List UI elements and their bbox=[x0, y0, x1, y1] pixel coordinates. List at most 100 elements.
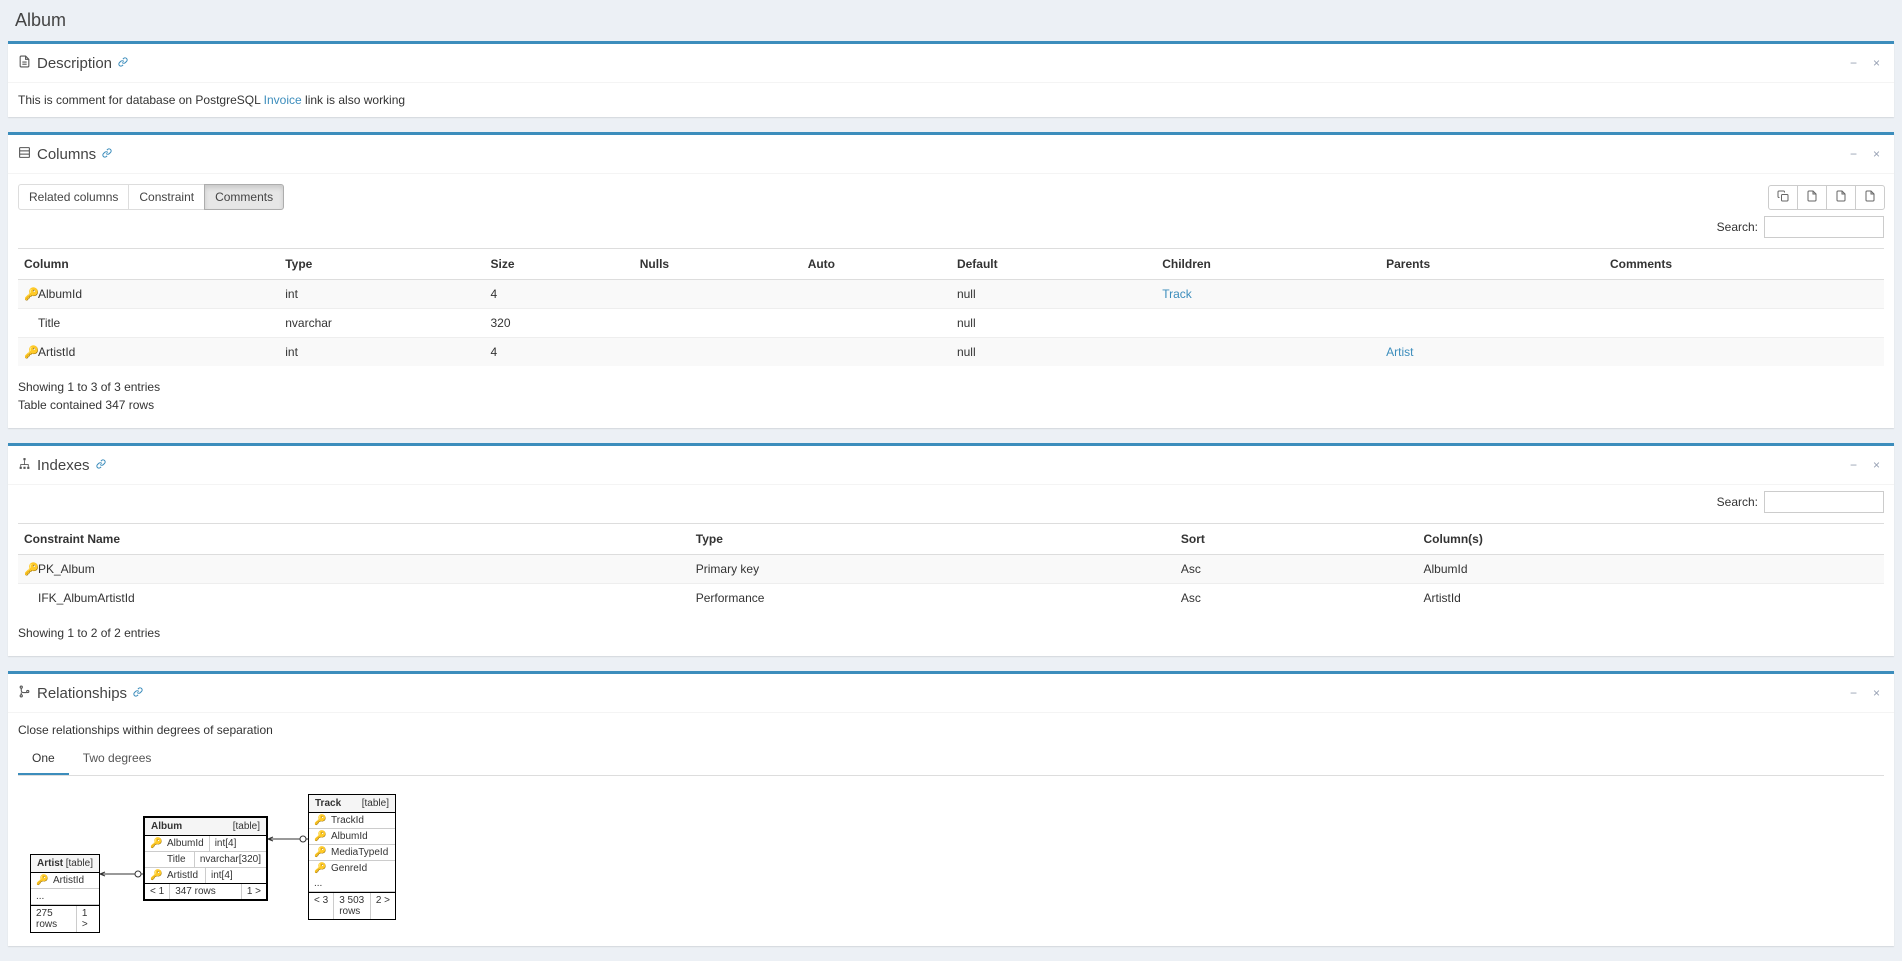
idx-header-name[interactable]: Constraint Name bbox=[18, 524, 690, 555]
collapse-button[interactable]: − bbox=[1846, 54, 1861, 72]
cell-default: null bbox=[951, 280, 1156, 309]
table-row: •IFK_AlbumArtistIdPerformanceAscArtistId bbox=[18, 584, 1884, 613]
anchor-link-icon[interactable] bbox=[96, 459, 106, 472]
description-body: This is comment for database on PostgreS… bbox=[8, 83, 1894, 117]
indexes-title: Indexes bbox=[37, 457, 90, 474]
cell-comments bbox=[1604, 338, 1884, 367]
erd-out: 1 > bbox=[241, 884, 266, 899]
rel-tab-two[interactable]: Two degrees bbox=[69, 743, 166, 775]
relationships-title: Relationships bbox=[37, 685, 127, 702]
tab-constraint[interactable]: Constraint bbox=[128, 184, 205, 210]
collapse-button[interactable]: − bbox=[1846, 684, 1861, 702]
key-icon: 🔑 bbox=[36, 875, 46, 886]
close-button[interactable]: × bbox=[1869, 54, 1884, 72]
col-header-parents[interactable]: Parents bbox=[1380, 249, 1604, 280]
foreign-key-icon: 🔑 bbox=[314, 863, 324, 874]
cell-type: nvarchar bbox=[279, 309, 484, 338]
col-header-type[interactable]: Type bbox=[279, 249, 484, 280]
col-header-nulls[interactable]: Nulls bbox=[634, 249, 802, 280]
cell-type: int bbox=[279, 280, 484, 309]
cell-children: Track bbox=[1156, 280, 1380, 309]
erd-table-label: [table] bbox=[66, 858, 93, 869]
erd-table-label: [table] bbox=[233, 821, 260, 832]
export-csv-button[interactable] bbox=[1797, 185, 1827, 210]
erd-diagram: Artist[table] 🔑ArtistId ... 275 rows1 > … bbox=[8, 776, 1894, 946]
anchor-link-icon[interactable] bbox=[118, 57, 128, 70]
parent-link[interactable]: Artist bbox=[1386, 345, 1413, 359]
rel-tab-one[interactable]: One bbox=[18, 743, 69, 775]
close-button[interactable]: × bbox=[1869, 145, 1884, 163]
idx-header-sort[interactable]: Sort bbox=[1175, 524, 1418, 555]
cell-auto bbox=[802, 338, 951, 367]
collapse-button[interactable]: − bbox=[1846, 145, 1861, 163]
erd-out: 1 > bbox=[76, 906, 99, 932]
col-header-size[interactable]: Size bbox=[484, 249, 633, 280]
cell-children bbox=[1156, 338, 1380, 367]
erd-album-name: Album bbox=[151, 821, 182, 832]
erd-col: 🔑TrackId bbox=[309, 813, 395, 828]
col-header-column[interactable]: Column bbox=[18, 249, 279, 280]
indexes-footer: Showing 1 to 2 of 2 entries bbox=[18, 624, 1884, 642]
erd-ellipsis: ... bbox=[31, 889, 49, 904]
table-row: 🔑ArtistIdint4nullArtist bbox=[18, 338, 1884, 367]
idx-header-type[interactable]: Type bbox=[690, 524, 1175, 555]
cell-column: 🔑AlbumId bbox=[18, 280, 279, 309]
erd-in: < 1 bbox=[145, 884, 169, 899]
tab-related-columns[interactable]: Related columns bbox=[18, 184, 129, 210]
cell-default: null bbox=[951, 309, 1156, 338]
indexes-search-input[interactable] bbox=[1764, 491, 1884, 513]
tab-comments[interactable]: Comments bbox=[204, 184, 284, 210]
anchor-link-icon[interactable] bbox=[102, 148, 112, 161]
erd-col: 🔑AlbumId bbox=[145, 836, 209, 851]
relationship-tabs: One Two degrees bbox=[18, 743, 1884, 776]
child-link[interactable]: Track bbox=[1162, 287, 1192, 301]
erd-table-artist[interactable]: Artist[table] 🔑ArtistId ... 275 rows1 > bbox=[30, 854, 100, 933]
columns-footer-line1: Showing 1 to 3 of 3 entries bbox=[18, 378, 1884, 396]
col-header-auto[interactable]: Auto bbox=[802, 249, 951, 280]
export-button-group bbox=[1768, 185, 1884, 210]
columns-search-input[interactable] bbox=[1764, 216, 1884, 238]
collapse-button[interactable]: − bbox=[1846, 456, 1861, 474]
primary-key-icon: 🔑 bbox=[150, 838, 160, 849]
erd-col: 🔑AlbumId bbox=[309, 829, 395, 844]
page-title: Album bbox=[0, 0, 1902, 41]
erd-col: 🔑ArtistId bbox=[145, 868, 205, 883]
cell-parents bbox=[1380, 309, 1604, 338]
indexes-panel-header: Indexes − × bbox=[8, 446, 1894, 485]
columns-title: Columns bbox=[37, 146, 96, 163]
export-excel-button[interactable] bbox=[1826, 185, 1856, 210]
export-pdf-button[interactable] bbox=[1855, 185, 1885, 210]
erd-col: •Title bbox=[145, 852, 194, 867]
col-header-children[interactable]: Children bbox=[1156, 249, 1380, 280]
idx-header-columns[interactable]: Column(s) bbox=[1417, 524, 1884, 555]
col-header-comments[interactable]: Comments bbox=[1604, 249, 1884, 280]
cell-size: 4 bbox=[484, 280, 633, 309]
erd-col-type: nvarchar[320] bbox=[194, 852, 266, 867]
erd-table-track[interactable]: Track[table] 🔑TrackId🔑AlbumId🔑MediaTypeI… bbox=[308, 794, 396, 920]
cell-auto bbox=[802, 280, 951, 309]
close-button[interactable]: × bbox=[1869, 456, 1884, 474]
description-invoice-link[interactable]: Invoice bbox=[264, 93, 302, 107]
close-button[interactable]: × bbox=[1869, 684, 1884, 702]
cell-nulls bbox=[634, 280, 802, 309]
foreign-key-icon: 🔑 bbox=[150, 870, 160, 881]
cell-comments bbox=[1604, 309, 1884, 338]
erd-rows: 347 rows bbox=[169, 884, 241, 899]
cell-default: null bbox=[951, 338, 1156, 367]
cell-comments bbox=[1604, 280, 1884, 309]
cell-name: •IFK_AlbumArtistId bbox=[18, 584, 690, 613]
col-header-default[interactable]: Default bbox=[951, 249, 1156, 280]
copy-button[interactable] bbox=[1768, 185, 1798, 210]
columns-tab-group: Related columns Constraint Comments bbox=[18, 184, 283, 210]
cell-nulls bbox=[634, 309, 802, 338]
cell-nulls bbox=[634, 338, 802, 367]
erd-table-album[interactable]: Album[table] 🔑AlbumIdint[4]•Titlenvarcha… bbox=[143, 816, 268, 901]
columns-panel: Columns − × Related columns Constraint C… bbox=[8, 132, 1894, 428]
relationships-panel-header: Relationships − × bbox=[8, 674, 1894, 713]
anchor-link-icon[interactable] bbox=[133, 687, 143, 700]
relationships-panel: Relationships − × Close relationships wi… bbox=[8, 671, 1894, 946]
cell-type: Primary key bbox=[690, 555, 1175, 584]
cell-name: 🔑PK_Album bbox=[18, 555, 690, 584]
primary-key-icon: 🔑 bbox=[24, 562, 34, 576]
search-label: Search: bbox=[1717, 220, 1758, 234]
